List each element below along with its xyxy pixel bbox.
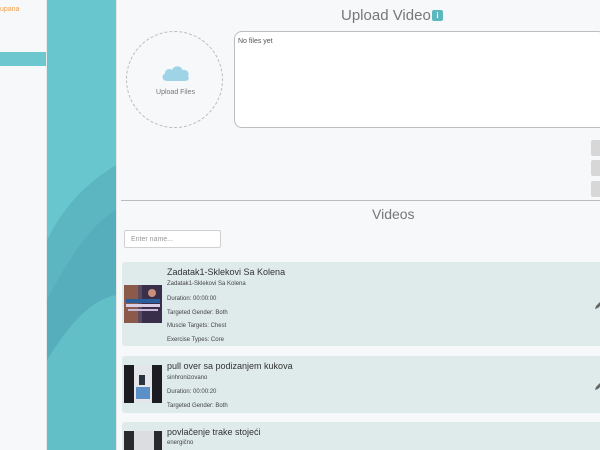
video-card[interactable]: pull over sa podizanjem kukova sinhroniz… [122, 356, 600, 413]
video-card[interactable]: Zadatak1-Sklekovi Sa Kolena Zadatak1-Skl… [122, 262, 600, 346]
video-gender: Targeted Gender: Both [167, 310, 228, 316]
video-title: pull over sa podizanjem kukova [167, 361, 293, 371]
side-button-1[interactable] [591, 140, 600, 156]
sidebar: upana [0, 0, 47, 450]
video-muscles: Muscle Targets: Chest [167, 323, 227, 329]
video-subtitle: Zadatak1-Sklekovi Sa Kolena [167, 281, 246, 287]
info-icon[interactable]: i [432, 10, 443, 21]
video-thumbnail [124, 431, 162, 450]
video-thumbnail [124, 365, 162, 403]
video-exercise-type: Exercise Types: Core [167, 337, 224, 343]
sidebar-active-item[interactable] [0, 52, 46, 66]
video-gender: Targeted Gender: Both [167, 403, 228, 409]
video-thumbnail [124, 285, 162, 323]
video-title: Zadatak1-Sklekovi Sa Kolena [167, 267, 286, 277]
section-divider [121, 200, 600, 201]
cloud-upload-icon [162, 66, 189, 81]
decorative-wave-panel [47, 0, 116, 450]
video-duration: Duration: 00:00:20 [167, 389, 217, 395]
videos-title: Videos [372, 206, 415, 222]
video-subtitle: energično [167, 440, 194, 446]
video-subtitle: sinhronizovano [167, 375, 208, 381]
video-duration: Duration: 00:00:00 [167, 296, 217, 302]
video-card[interactable]: povlačenje trake stojeći energično [122, 422, 600, 450]
video-title: povlačenje trake stojeći [167, 427, 261, 437]
edit-pencil-icon[interactable] [594, 300, 600, 310]
edit-pencil-icon[interactable] [594, 381, 600, 391]
side-button-2[interactable] [591, 160, 600, 176]
organization-label: upana [0, 6, 20, 13]
side-button-3[interactable] [591, 181, 600, 197]
video-search-input[interactable] [124, 230, 221, 248]
main-content: Upload Video i Upload Files No files yet… [116, 0, 600, 450]
no-files-text: No files yet [238, 38, 273, 45]
upload-video-title: Upload Video [341, 7, 431, 24]
upload-dropzone[interactable]: Upload Files [126, 31, 223, 128]
files-list-box: No files yet [234, 31, 600, 128]
upload-files-label: Upload Files [156, 89, 195, 96]
